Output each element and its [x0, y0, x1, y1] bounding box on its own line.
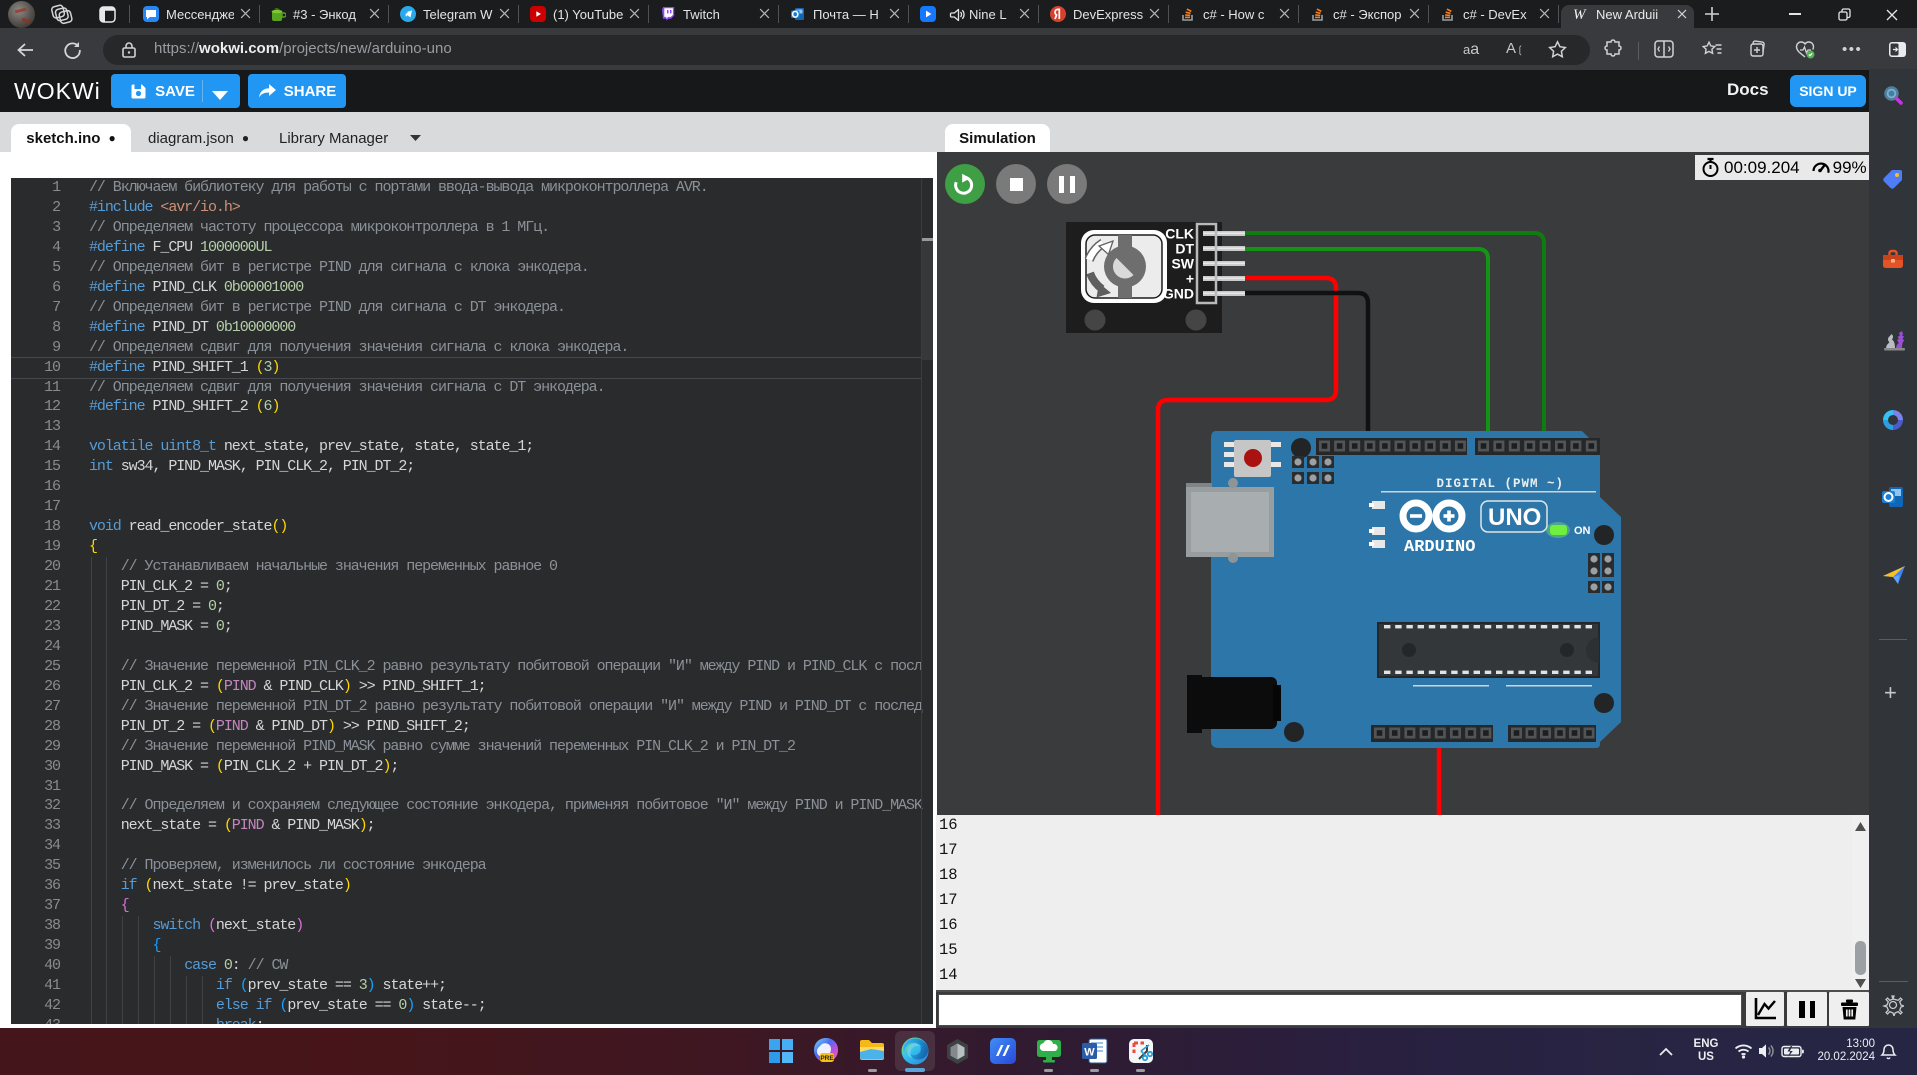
svg-text:UNO: UNO: [1488, 504, 1541, 531]
svg-text:PRE: PRE: [820, 1055, 834, 1062]
svg-text:SW: SW: [1171, 256, 1194, 272]
svg-text:ON: ON: [1574, 525, 1591, 537]
svg-text:DIGITAL (PWM ~): DIGITAL (PWM ~): [1436, 477, 1564, 491]
svg-text:WΟKWi: WΟKWi: [14, 78, 101, 104]
svg-text:+: +: [1186, 271, 1194, 287]
svg-text:GND: GND: [1163, 286, 1194, 302]
svg-text:W: W: [1084, 1047, 1095, 1059]
svg-text:ARDUINO: ARDUINO: [1404, 538, 1475, 557]
svg-text:W: W: [1573, 7, 1587, 22]
svg-text:DT: DT: [1175, 241, 1194, 257]
svg-text:CLK: CLK: [1165, 226, 1194, 242]
